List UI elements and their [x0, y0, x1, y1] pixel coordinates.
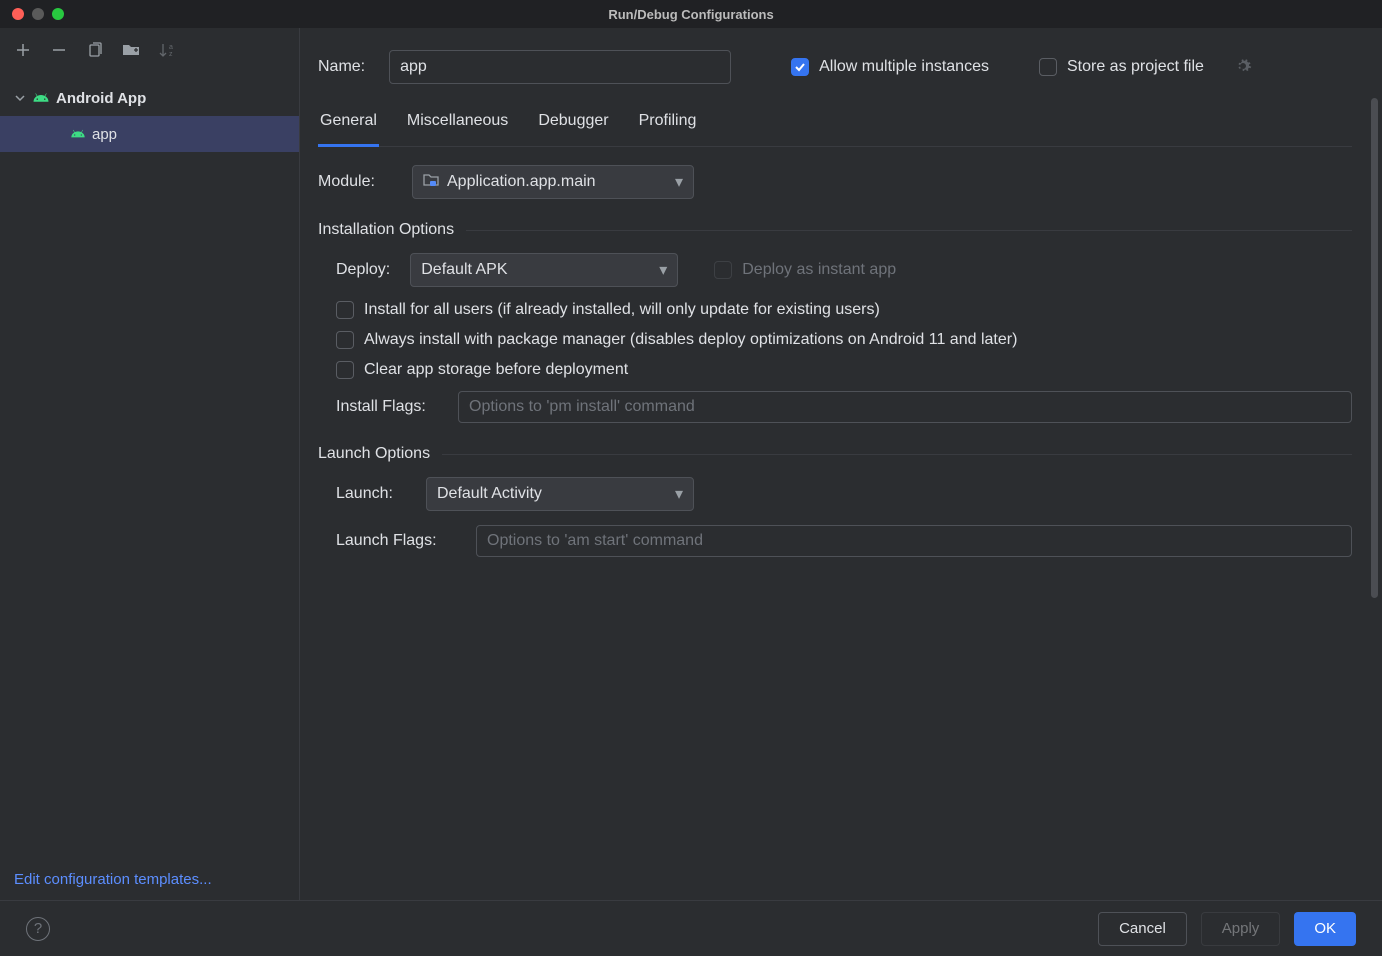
- launch-value: Default Activity: [437, 485, 542, 503]
- remove-icon[interactable]: [50, 41, 68, 59]
- window-title: Run/Debug Configurations: [608, 7, 773, 22]
- install-pkg-mgr-checkbox[interactable]: [336, 331, 354, 349]
- config-tree: Android App app: [0, 72, 299, 152]
- scrollbar[interactable]: [1371, 98, 1378, 598]
- add-icon[interactable]: [14, 41, 32, 59]
- folder-icon: [423, 173, 439, 192]
- store-project-label: Store as project file: [1067, 58, 1204, 76]
- name-input[interactable]: [389, 50, 731, 84]
- dialog-footer: ? Cancel Apply OK: [0, 900, 1382, 956]
- caret-down-icon: ▾: [659, 260, 667, 280]
- module-label: Module:: [318, 173, 398, 191]
- sidebar-toolbar: az: [0, 28, 299, 72]
- tree-item-app[interactable]: app: [0, 116, 299, 152]
- svg-text:z: z: [169, 51, 173, 58]
- android-icon: [32, 89, 50, 107]
- install-all-users-checkbox[interactable]: [336, 301, 354, 319]
- window-zoom-icon[interactable]: [52, 8, 64, 20]
- tree-group-label: Android App: [56, 90, 146, 107]
- installation-section-title: Installation Options: [318, 221, 454, 239]
- install-flags-label: Install Flags:: [336, 398, 444, 416]
- deploy-select[interactable]: Default APK ▾: [410, 253, 678, 287]
- tab-profiling[interactable]: Profiling: [637, 112, 699, 146]
- tab-bar: General Miscellaneous Debugger Profiling: [318, 112, 1352, 147]
- launch-section-title: Launch Options: [318, 445, 430, 463]
- deploy-instant-checkbox: [714, 261, 732, 279]
- store-project-checkbox[interactable]: [1039, 58, 1057, 76]
- tab-miscellaneous[interactable]: Miscellaneous: [405, 112, 510, 146]
- clear-storage-checkbox[interactable]: [336, 361, 354, 379]
- divider: [442, 454, 1352, 455]
- sidebar: az Android App app Edit configuration te…: [0, 28, 300, 900]
- tree-item-label: app: [92, 126, 117, 143]
- main-panel: Name: Allow multiple instances Store as …: [300, 28, 1382, 900]
- deploy-value: Default APK: [421, 261, 507, 279]
- help-icon[interactable]: ?: [26, 917, 50, 941]
- tab-general[interactable]: General: [318, 112, 379, 147]
- install-all-users-label: Install for all users (if already instal…: [364, 301, 880, 319]
- window-close-icon[interactable]: [12, 8, 24, 20]
- android-icon: [70, 126, 86, 142]
- edit-templates-link[interactable]: Edit configuration templates...: [14, 871, 212, 888]
- launch-label: Launch:: [336, 485, 412, 503]
- save-template-icon[interactable]: [122, 41, 140, 59]
- cancel-button[interactable]: Cancel: [1098, 912, 1187, 946]
- install-flags-input[interactable]: [458, 391, 1352, 423]
- ok-button[interactable]: OK: [1294, 912, 1356, 946]
- clear-storage-label: Clear app storage before deployment: [364, 361, 628, 379]
- title-bar: Run/Debug Configurations: [0, 0, 1382, 28]
- deploy-label: Deploy:: [336, 261, 390, 279]
- install-pkg-mgr-label: Always install with package manager (dis…: [364, 331, 1017, 349]
- svg-text:a: a: [169, 44, 173, 51]
- tab-debugger[interactable]: Debugger: [536, 112, 610, 146]
- apply-button: Apply: [1201, 912, 1281, 946]
- launch-flags-label: Launch Flags:: [336, 532, 462, 550]
- name-label: Name:: [318, 58, 365, 76]
- tree-group-android-app[interactable]: Android App: [0, 80, 299, 116]
- launch-select[interactable]: Default Activity ▾: [426, 477, 694, 511]
- copy-icon[interactable]: [86, 41, 104, 59]
- allow-multiple-checkbox[interactable]: [791, 58, 809, 76]
- deploy-instant-label: Deploy as instant app: [742, 261, 896, 279]
- module-select[interactable]: Application.app.main ▾: [412, 165, 694, 199]
- allow-multiple-label: Allow multiple instances: [819, 58, 989, 76]
- launch-flags-input[interactable]: [476, 525, 1352, 557]
- divider: [466, 230, 1352, 231]
- caret-down-icon: ▾: [675, 172, 683, 192]
- caret-down-icon: ▾: [675, 484, 683, 504]
- sort-icon[interactable]: az: [158, 41, 176, 59]
- window-minimize-icon: [32, 8, 44, 20]
- chevron-down-icon: [14, 93, 26, 103]
- module-value: Application.app.main: [447, 173, 596, 191]
- gear-icon[interactable]: [1234, 57, 1252, 78]
